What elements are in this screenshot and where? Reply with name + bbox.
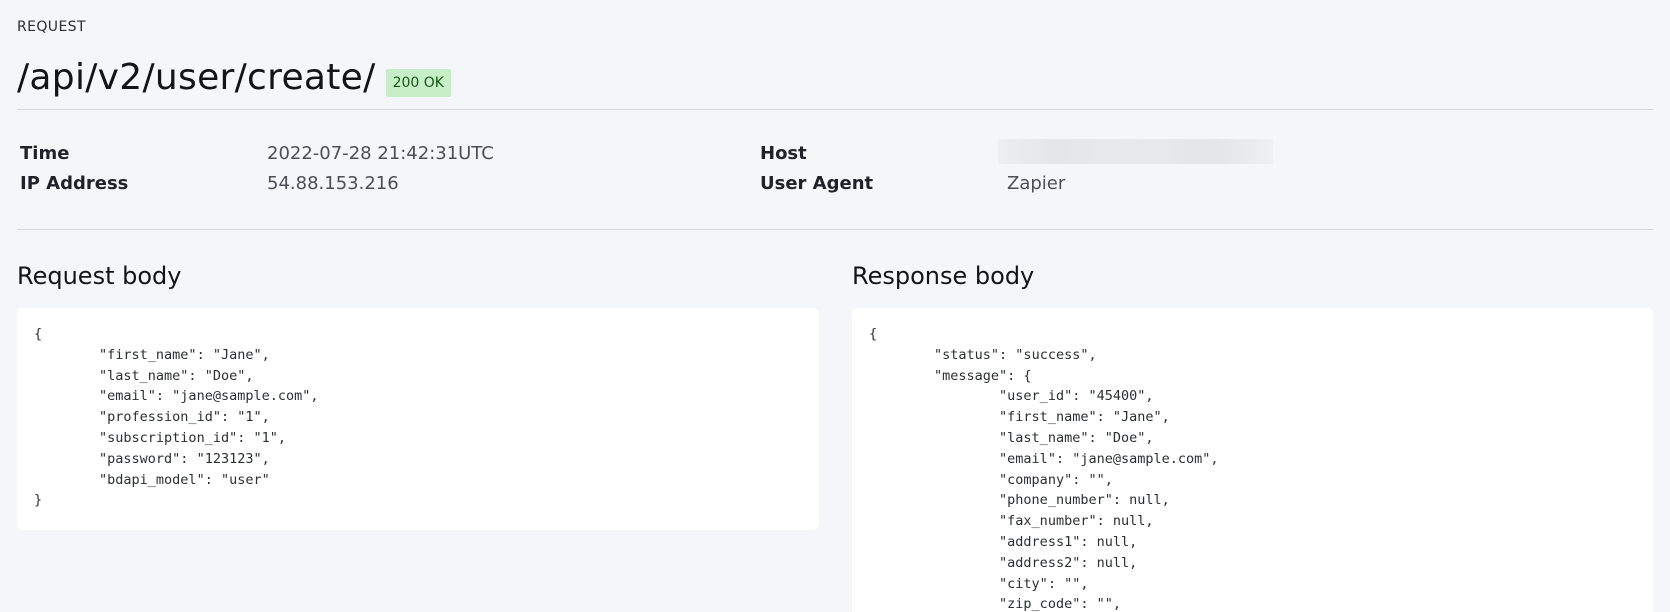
- time-label: Time: [20, 143, 70, 164]
- host-label: Host: [760, 143, 807, 164]
- meta-divider: [17, 229, 1653, 230]
- request-detail-page: REQUEST /api/v2/user/create/ 200 OK Time…: [0, 0, 1670, 612]
- request-body-code[interactable]: { "first_name": "Jane", "last_name": "Do…: [34, 324, 802, 511]
- response-body-panel[interactable]: { "status": "success", "message": { "use…: [852, 308, 1653, 612]
- ip-address-value: 54.88.153.216: [267, 173, 399, 194]
- time-value: 2022-07-28 21:42:31UTC: [267, 143, 494, 164]
- host-value-redacted: [998, 139, 1273, 164]
- endpoint-header: /api/v2/user/create/ 200 OK: [17, 56, 451, 100]
- section-label: REQUEST: [17, 19, 86, 35]
- response-body-code[interactable]: { "status": "success", "message": { "use…: [869, 324, 1636, 612]
- response-body-title: Response body: [852, 262, 1035, 290]
- request-body-title: Request body: [17, 262, 182, 290]
- ip-address-label: IP Address: [20, 173, 129, 194]
- status-badge: 200 OK: [385, 69, 451, 97]
- user-agent-value: Zapier: [1007, 173, 1066, 194]
- endpoint-title: /api/v2/user/create/: [17, 57, 376, 98]
- request-body-panel[interactable]: { "first_name": "Jane", "last_name": "Do…: [17, 308, 819, 530]
- header-divider: [17, 109, 1653, 110]
- user-agent-label: User Agent: [760, 173, 874, 194]
